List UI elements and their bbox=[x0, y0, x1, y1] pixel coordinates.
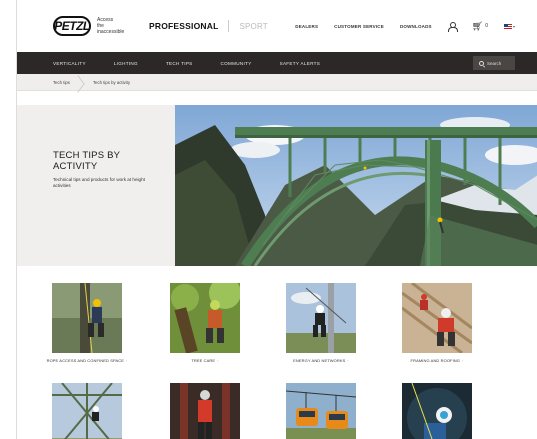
activity-card-energy-networks[interactable]: ENERGY AND NETWORKS › bbox=[271, 283, 371, 363]
user-icon[interactable] bbox=[447, 21, 458, 32]
logo-mark: PETZL bbox=[53, 16, 91, 36]
breadcrumb-tech-tips[interactable]: Tech tips bbox=[53, 80, 70, 85]
thumb-tree-care bbox=[170, 283, 240, 353]
chevron-right-icon: › bbox=[347, 358, 349, 363]
dealers-link[interactable]: DEALERS bbox=[295, 24, 318, 29]
nav-item-community[interactable]: COMMUNITY bbox=[221, 61, 252, 66]
page: PETZL Access the inaccessible PROFESSION… bbox=[16, 0, 537, 439]
page-title: TECH TIPS BY ACTIVITY bbox=[53, 150, 120, 172]
thumb-confined-space bbox=[170, 383, 240, 439]
flag-us-icon bbox=[503, 23, 512, 29]
activity-label: ROPE ACCESS AND CONFINED SPACE bbox=[46, 358, 124, 363]
cart-button[interactable]: 🛒︎ 0 bbox=[471, 20, 488, 31]
activity-label: TREE CARE bbox=[191, 358, 216, 363]
nav-item-tech-tips[interactable]: TECH TIPS bbox=[166, 61, 193, 66]
thumb-rescue bbox=[402, 383, 472, 439]
chevron-right-icon: › bbox=[462, 358, 464, 363]
petzl-logo[interactable]: PETZL Access the inaccessible bbox=[53, 16, 131, 36]
nav-item-verticality[interactable]: VERTICALITY bbox=[53, 61, 86, 66]
hero-banner: TECH TIPS BY ACTIVITY Technical tips and… bbox=[17, 105, 537, 266]
nav-item-lighting[interactable]: LIGHTING bbox=[114, 61, 138, 66]
professional-tab[interactable]: PROFESSIONAL bbox=[149, 21, 218, 31]
activity-card[interactable] bbox=[37, 383, 137, 439]
breadcrumb-current: Tech tips by activity bbox=[92, 79, 130, 85]
activity-card[interactable] bbox=[271, 383, 371, 439]
chevron-right-icon: › bbox=[125, 358, 128, 363]
customer-service-link[interactable]: CUSTOMER SERVICE bbox=[334, 24, 384, 29]
thumb-cable-cars bbox=[286, 383, 356, 439]
hero-subtitle: Technical tips and products for work at … bbox=[53, 177, 145, 188]
activity-card-tree-care[interactable]: TREE CARE › bbox=[155, 283, 255, 363]
sport-tab[interactable]: SPORT bbox=[239, 22, 267, 31]
nav-item-safety-alerts[interactable]: SAFETY ALERTS bbox=[280, 61, 321, 66]
breadcrumb: Tech tips Tech tips by activity bbox=[17, 74, 537, 91]
cart-icon: 🛒︎ bbox=[471, 20, 484, 31]
thumb-pylon bbox=[52, 383, 122, 439]
thumb-rope-access bbox=[52, 283, 122, 353]
activity-card[interactable] bbox=[387, 383, 487, 439]
breadcrumb-separator bbox=[78, 74, 85, 91]
logo-tagline: Access the inaccessible bbox=[97, 17, 125, 35]
activity-card-rope-access[interactable]: ROPE ACCESS AND CONFINED SPACE › bbox=[37, 283, 137, 363]
activity-label: ENERGY AND NETWORKS bbox=[293, 358, 346, 363]
thumb-framing-roofing bbox=[402, 283, 472, 353]
search-label: Search bbox=[487, 60, 502, 66]
hero-image-bridge bbox=[175, 105, 537, 266]
brand-divider bbox=[228, 20, 230, 32]
search-button[interactable]: Search bbox=[473, 56, 515, 70]
chevron-down-icon: ▾ bbox=[512, 23, 515, 29]
cart-count: 0 bbox=[485, 23, 488, 29]
activity-card[interactable] bbox=[155, 383, 255, 439]
hero-text: TECH TIPS BY ACTIVITY Technical tips and… bbox=[53, 150, 163, 189]
utility-links: DEALERS CUSTOMER SERVICE DOWNLOADS 🛒︎ 0 … bbox=[295, 20, 537, 32]
activity-label: FRAMING AND ROOFING bbox=[410, 358, 461, 363]
thumb-energy-networks bbox=[286, 283, 356, 353]
activity-card-framing-roofing[interactable]: FRAMING AND ROOFING › bbox=[387, 283, 487, 363]
downloads-link[interactable]: DOWNLOADS bbox=[400, 24, 432, 29]
language-selector[interactable]: ▾ bbox=[503, 23, 515, 29]
main-nav: VERTICALITY LIGHTING TECH TIPS COMMUNITY… bbox=[17, 52, 537, 74]
chevron-right-icon: › bbox=[217, 358, 219, 363]
top-header: PETZL Access the inaccessible PROFESSION… bbox=[17, 0, 537, 52]
search-icon bbox=[479, 60, 484, 66]
